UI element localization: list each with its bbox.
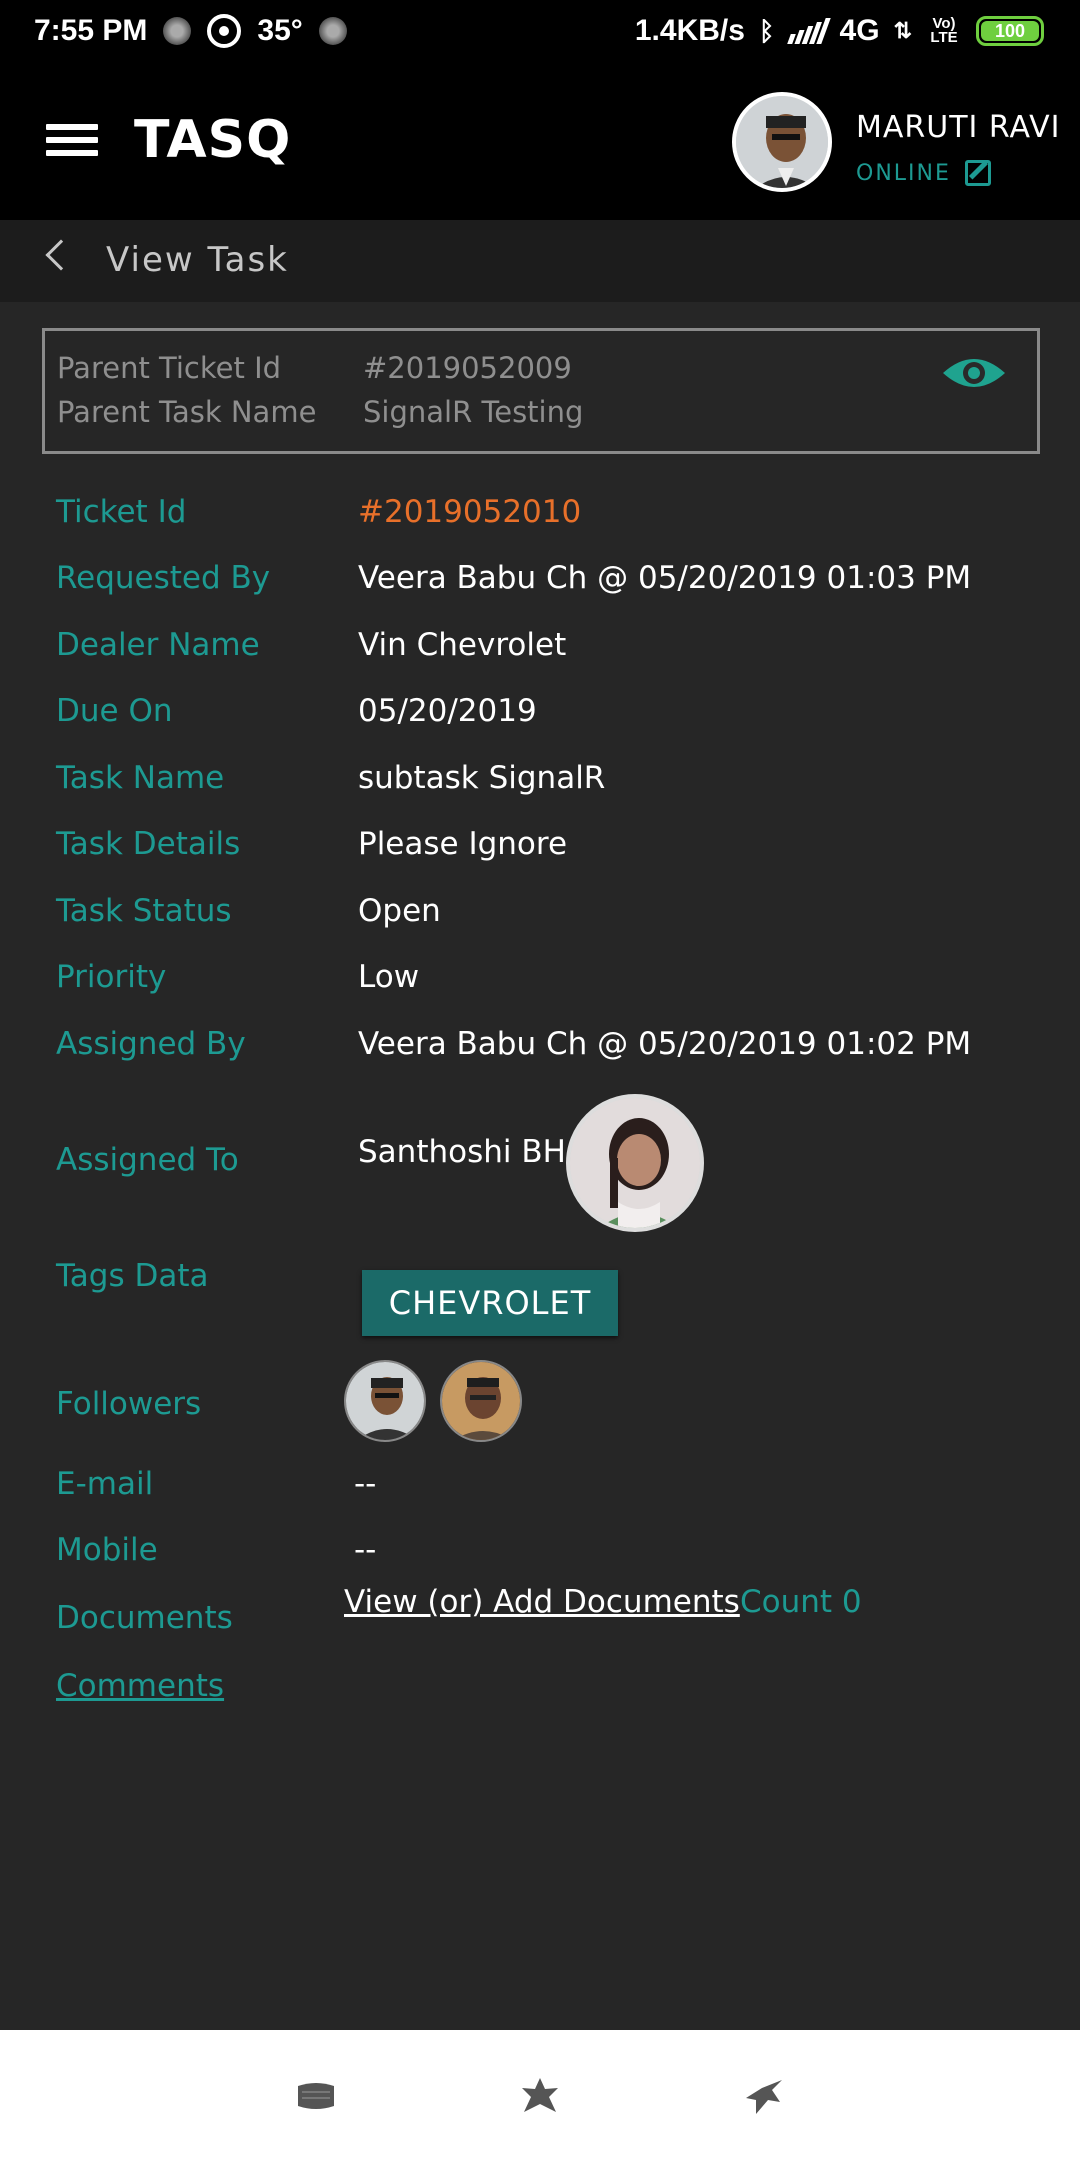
followers-label: Followers — [56, 1386, 202, 1422]
mobile-value: -- — [354, 1532, 377, 1568]
parent-ticket-id-label: Parent Ticket Id — [57, 351, 282, 385]
app-logo: TASQ — [134, 110, 292, 170]
recents-icon[interactable] — [294, 2076, 338, 2116]
parent-ticket-box: Parent Ticket Id #2019052009 Parent Task… — [42, 328, 1040, 454]
requested-by-value: Veera Babu Ch @ 05/20/2019 01:03 PM — [358, 560, 972, 596]
status-temperature: 35° — [257, 14, 303, 47]
home-icon[interactable] — [518, 2076, 562, 2116]
whatsapp-icon — [207, 14, 242, 48]
follower-avatar[interactable] — [440, 1360, 522, 1442]
battery-icon: 100 — [976, 16, 1044, 46]
user-status-label: ONLINE — [856, 160, 951, 186]
dealer-name-label: Dealer Name — [56, 627, 260, 663]
user-avatar[interactable] — [732, 92, 832, 192]
user-status: ONLINE — [856, 160, 991, 186]
mobile-label: Mobile — [56, 1532, 158, 1568]
edit-icon[interactable] — [964, 160, 991, 186]
view-add-documents-link[interactable]: View (or) Add Documents — [344, 1584, 740, 1620]
dealer-name-value: Vin Chevrolet — [358, 627, 567, 663]
email-label: E-mail — [56, 1466, 154, 1502]
status-network-speed: 1.4KB/s — [634, 14, 745, 47]
task-details-label: Task Details — [56, 826, 241, 862]
task-name-label: Task Name — [56, 760, 225, 796]
tag-chevrolet-button[interactable]: CHEVROLET — [362, 1270, 618, 1336]
status-network-type: 4G — [839, 14, 880, 47]
assigned-by-label: Assigned By — [56, 1026, 246, 1062]
assigned-to-value: Santhoshi BH — [358, 1134, 566, 1170]
priority-label: Priority — [56, 959, 167, 995]
status-time: 7:55 PM — [34, 14, 148, 47]
parent-task-name-value: SignalR Testing — [363, 395, 584, 429]
user-name: MARUTI RAVI — [856, 110, 1061, 145]
notification-icon — [318, 17, 347, 45]
signal-icon — [786, 18, 831, 44]
assigned-by-value: Veera Babu Ch @ 05/20/2019 01:02 PM — [358, 1026, 972, 1062]
app-header: TASQ MARUTI RAVI ONLINE — [0, 66, 1080, 220]
ticket-id-value: #2019052010 — [358, 494, 582, 530]
hamburger-icon[interactable] — [46, 124, 98, 162]
battery-level: 100 — [981, 21, 1039, 41]
page-toolbar: View Task — [0, 220, 1080, 302]
notification-icon — [163, 17, 192, 45]
page-title: View Task — [106, 240, 289, 280]
task-details-value: Please Ignore — [358, 826, 568, 862]
volte-icon: Vo) LTE — [930, 15, 958, 46]
eye-icon[interactable] — [941, 353, 1007, 393]
requested-by-label: Requested By — [56, 560, 271, 596]
documents-count: Count 0 — [740, 1584, 862, 1620]
parent-task-name-label: Parent Task Name — [57, 395, 317, 429]
task-name-value: subtask SignalR — [358, 760, 606, 796]
due-on-label: Due On — [56, 693, 173, 729]
assignee-avatar[interactable] — [566, 1094, 704, 1232]
data-arrows-icon: ⇅ — [893, 18, 912, 43]
priority-value: Low — [358, 959, 420, 995]
ticket-id-label: Ticket Id — [56, 494, 187, 530]
bottom-navigation — [0, 2030, 1080, 2160]
comments-link[interactable]: Comments — [56, 1668, 224, 1704]
bluetooth-icon: ᛒ — [758, 15, 775, 46]
back-icon[interactable] — [742, 2076, 786, 2116]
tags-data-label: Tags Data — [56, 1258, 209, 1294]
due-on-value: 05/20/2019 — [358, 693, 537, 729]
follower-avatar[interactable] — [344, 1360, 426, 1442]
task-status-value: Open — [358, 893, 441, 929]
assigned-to-label: Assigned To — [56, 1142, 239, 1178]
email-value: -- — [354, 1466, 377, 1502]
task-status-label: Task Status — [56, 893, 232, 929]
chevron-left-icon[interactable] — [45, 239, 77, 271]
parent-ticket-id-value: #2019052009 — [363, 351, 572, 385]
status-bar: 7:55 PM 35° 1.4KB/s ᛒ 4G ⇅ Vo) LTE 100 — [0, 0, 1080, 66]
documents-label: Documents — [56, 1600, 233, 1636]
